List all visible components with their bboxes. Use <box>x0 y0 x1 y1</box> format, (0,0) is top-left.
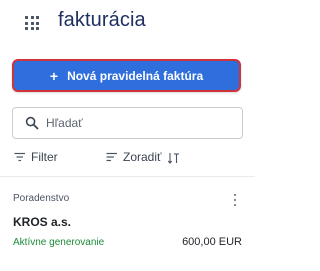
invoice-category: Poradenstvo <box>13 193 70 204</box>
sort-direction-icon[interactable] <box>168 152 180 164</box>
app-header: fakturácia <box>0 0 255 48</box>
new-recurring-invoice-label: Nová pravidelná faktúra <box>67 68 204 83</box>
sort-label: Zoradiť <box>123 150 162 164</box>
grid-apps-icon[interactable] <box>25 16 39 30</box>
filter-lines-icon <box>14 152 25 162</box>
sort-button[interactable]: Zoradiť <box>106 150 162 164</box>
filter-label: Filter <box>31 150 58 164</box>
new-recurring-invoice-button[interactable]: + Nová pravidelná faktúra <box>12 59 241 92</box>
page-title: fakturácia <box>58 9 146 31</box>
list-toolbar: Filter Zoradiť <box>0 150 255 168</box>
search-icon <box>25 116 39 130</box>
filter-button[interactable]: Filter <box>14 150 58 164</box>
sort-lines-icon <box>106 152 117 162</box>
more-options-icon[interactable] <box>233 194 237 207</box>
invoice-list-item[interactable]: Poradenstvo KROS a.s. Aktívne generovani… <box>0 177 255 271</box>
invoice-status: Aktívne generovanie <box>13 237 105 248</box>
invoice-company: KROS a.s. <box>13 215 72 229</box>
search-input[interactable] <box>46 114 226 132</box>
plus-icon: + <box>49 67 59 84</box>
search-box[interactable] <box>12 107 243 139</box>
invoice-amount: 600,00 EUR <box>182 236 242 248</box>
